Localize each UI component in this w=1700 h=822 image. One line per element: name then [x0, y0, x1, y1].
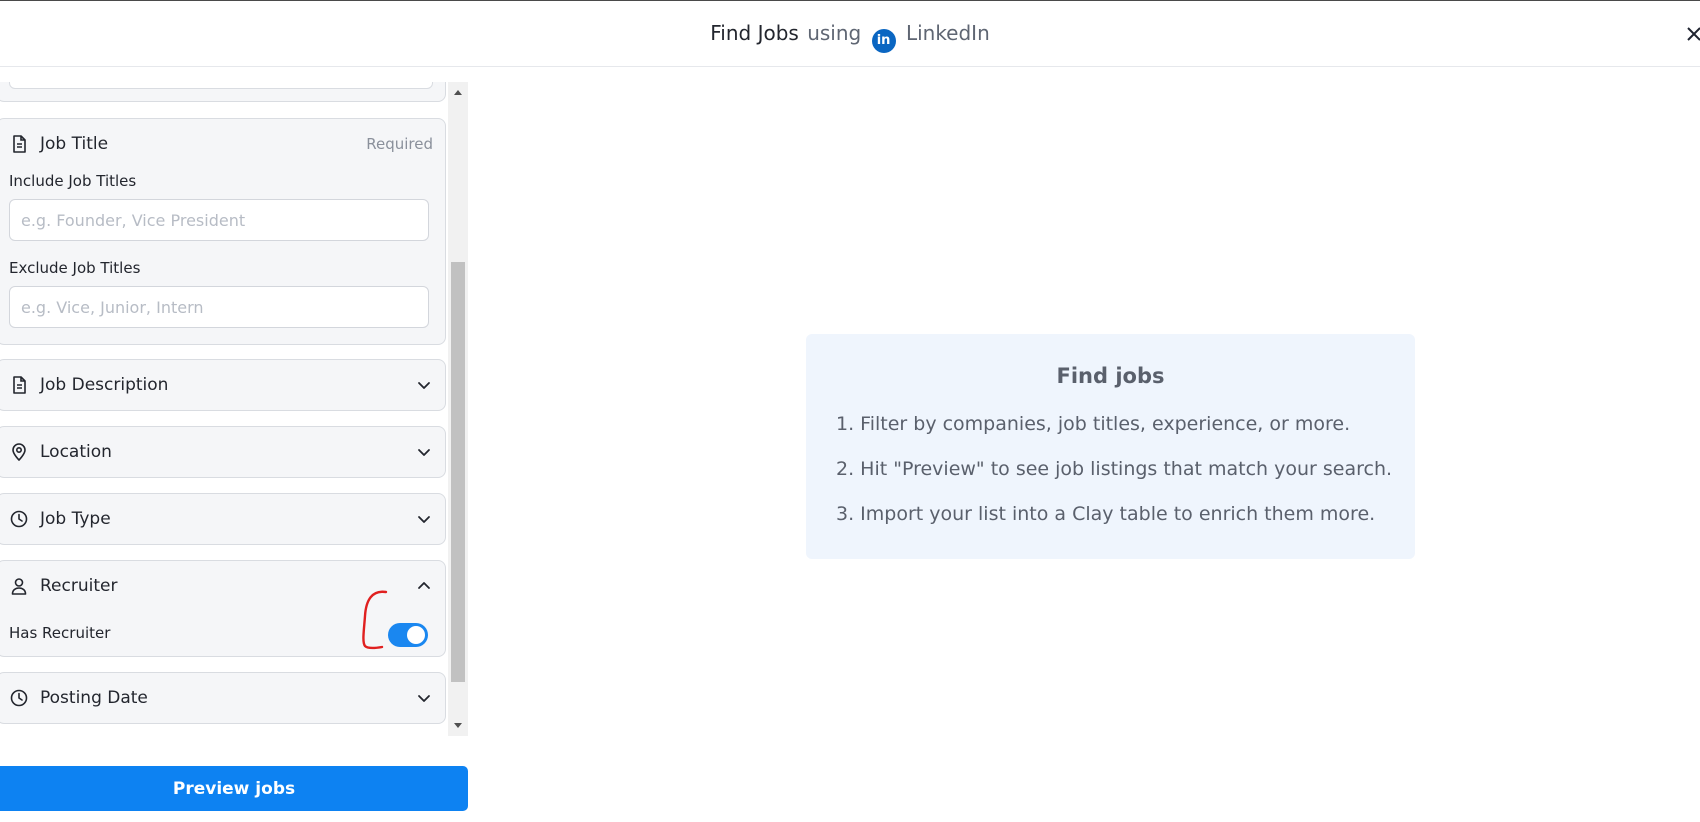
previous-input[interactable] [9, 82, 433, 89]
job-type-section: Job Type [0, 493, 446, 545]
clock-icon [10, 689, 28, 707]
info-step: 2. Hit "Preview" to see job listings tha… [836, 458, 1393, 480]
linkedin-logo-icon: in [871, 29, 896, 53]
exclude-job-titles-label: Exclude Job Titles [9, 259, 141, 277]
job-title-header[interactable]: Job Title Required [9, 119, 433, 169]
find-jobs-modal: Find Jobs using in LinkedIn Job Title Re… [0, 0, 1700, 822]
chevron-down-icon [418, 382, 430, 389]
document-icon [13, 135, 26, 153]
previous-section [0, 82, 446, 102]
location-pin-icon [12, 443, 26, 461]
title-find-jobs: Find Jobs [710, 21, 799, 45]
red-annotation-mark [362, 590, 388, 650]
section-title: Posting Date [40, 688, 148, 708]
title-using: using [807, 21, 862, 45]
location-header[interactable]: Location [9, 427, 433, 477]
document-icon [13, 376, 26, 394]
chevron-down-icon [418, 516, 430, 523]
section-title: Job Title [40, 134, 109, 154]
person-icon [11, 578, 27, 595]
chevron-up-icon [418, 582, 430, 589]
clock-icon [10, 510, 28, 528]
job-description-section: Job Description [0, 359, 446, 411]
has-recruiter-label: Has Recruiter [9, 624, 111, 642]
info-step: 3. Import your list into a Clay table to… [836, 503, 1376, 525]
posting-date-header[interactable]: Posting Date [9, 673, 433, 723]
job-type-header[interactable]: Job Type [9, 494, 433, 544]
scrollbar-thumb[interactable] [451, 262, 465, 682]
title-linkedin: LinkedIn [905, 21, 990, 45]
job-title-section: Job Title Required Include Job Titles Ex… [0, 118, 446, 345]
chevron-down-icon [418, 449, 430, 456]
scroll-up-arrow-icon[interactable] [448, 84, 468, 102]
job-description-header[interactable]: Job Description [9, 360, 433, 410]
modal-title: Find Jobs using in LinkedIn [0, 19, 1700, 53]
include-job-titles-input[interactable] [9, 199, 429, 241]
chevron-down-icon [418, 695, 430, 702]
modal-header: Find Jobs using in LinkedIn [0, 1, 1700, 67]
required-badge: Required [366, 135, 433, 153]
info-title: Find jobs [1056, 364, 1165, 388]
filter-scrollbar[interactable] [448, 82, 468, 736]
info-step: 1. Filter by companies, job titles, expe… [836, 413, 1351, 435]
section-title: Job Type [40, 509, 111, 529]
exclude-job-titles-input[interactable] [9, 286, 429, 328]
close-button[interactable] [1678, 21, 1700, 47]
section-title: Job Description [40, 375, 169, 395]
toggle-knob [407, 626, 425, 644]
find-jobs-info-card: Find jobs 1. Filter by companies, job ti… [806, 334, 1415, 559]
include-job-titles-label: Include Job Titles [9, 172, 137, 190]
posting-date-section: Posting Date [0, 672, 446, 724]
scroll-down-arrow-icon[interactable] [448, 716, 468, 734]
location-section: Location [0, 426, 446, 478]
close-icon [1687, 27, 1700, 41]
preview-jobs-button[interactable]: Preview jobs [0, 766, 468, 811]
section-title: Location [40, 442, 112, 462]
info-steps: 1. Filter by companies, job titles, expe… [836, 412, 1392, 547]
